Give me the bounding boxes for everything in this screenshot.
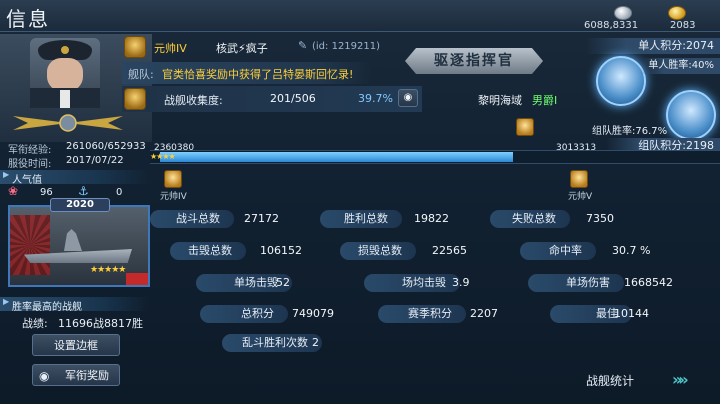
team-emblem-icon[interactable] (666, 90, 716, 140)
collection-percent: 39.7% (358, 92, 393, 105)
silver-coin-icon (614, 6, 632, 20)
silver-amount: 6088,8331 (584, 20, 639, 31)
stat-value: 749079 (292, 307, 334, 320)
right-rank-icon (570, 170, 588, 188)
stat-value: 7350 (586, 212, 614, 225)
eye-icon: ◉ (39, 369, 50, 383)
eye-icon[interactable]: ◉ (398, 89, 418, 107)
double-chevron-icon[interactable]: »» (672, 370, 689, 389)
stat-label: 乱斗胜利次数 (222, 334, 322, 352)
team-winrate: 组队胜率:76.7% (592, 126, 668, 137)
best-ship-card[interactable]: 2020 ★★★★★ (8, 198, 150, 287)
edit-name-icon[interactable]: ✎ (298, 39, 307, 52)
ship-tag-icon (126, 273, 148, 285)
ship-stars-icon: ★★★★★ (90, 265, 126, 275)
best-ship-label: 胜率最高的战舰 (12, 302, 82, 313)
solo-emblem-icon[interactable] (596, 56, 646, 106)
rank-exp-value: 261060/652933 (66, 141, 146, 152)
triangle-marker-icon: ▶ (3, 297, 10, 306)
commander-avatar[interactable] (30, 38, 100, 108)
collection-count: 201/506 (270, 92, 316, 105)
stat-value: 1668542 (624, 276, 673, 289)
fleet-label: 舰队: (128, 68, 154, 81)
stat-label: 单场伤害 (528, 274, 624, 292)
stat-value: 22565 (432, 244, 467, 257)
like-count: 96 (40, 187, 53, 198)
current-rank-icon (516, 118, 534, 136)
stat-value: 52 (276, 276, 290, 289)
stat-value: 106152 (260, 244, 302, 257)
stat-label: 战斗总数 (150, 210, 234, 228)
stat-value: 27172 (244, 212, 279, 225)
stat-label: 损毁总数 (340, 242, 416, 260)
stat-label: 总积分 (200, 305, 288, 323)
collection-medal-icon (124, 88, 146, 110)
fleet-announcement: 官类恰喜奖励中获得了吕特晏斯回忆录! (162, 68, 354, 81)
record-value: 11696战8817胜 (58, 317, 143, 330)
rank-name: 元帅IV (154, 42, 187, 55)
stat-value: 10144 (614, 307, 649, 320)
page-title: 信息 (6, 7, 50, 31)
player-id: (id: 1219211) (312, 41, 381, 52)
collection-label: 战舰收集度: (164, 94, 223, 107)
right-rank-label: 元帅V (568, 192, 593, 202)
sea-area: 黎明海域 (478, 94, 522, 107)
triangle-marker-icon: ▶ (3, 170, 10, 179)
rank-title: 男爵I (532, 94, 558, 107)
commander-title-banner: 驱逐指挥官 (405, 48, 543, 74)
record-label: 战绩: (22, 317, 48, 330)
stat-value: 3.9 (452, 276, 470, 289)
set-frame-button[interactable]: 设置边框 (32, 334, 120, 356)
stat-value: 30.7 % (612, 244, 651, 257)
rank-exp-label: 军衔经验: (8, 145, 52, 156)
ship-year-badge: 2020 (50, 198, 110, 212)
solo-score: 单人积分:2074 (586, 38, 720, 54)
stat-label: 击毁总数 (170, 242, 246, 260)
stat-value: 2207 (470, 307, 498, 320)
stat-label: 命中率 (520, 242, 596, 260)
stat-value: 19822 (414, 212, 449, 225)
stat-label: 场均击毁 (364, 274, 460, 292)
rose-icon[interactable]: ❀ (8, 184, 18, 198)
rank-medal-icon (124, 36, 146, 58)
player-name: 核武⚡疯子 (216, 42, 268, 55)
dislike-count: 0 (116, 187, 123, 198)
stat-label: 赛季积分 (378, 305, 466, 323)
stat-label: 胜利总数 (320, 210, 402, 228)
service-time-label: 服役时间: (8, 159, 52, 170)
rank-progress-fill (160, 152, 513, 162)
service-time-value: 2017/07/22 (66, 155, 124, 166)
fleet-stats-label[interactable]: 战舰统计 (586, 372, 634, 389)
stat-value: 2 (312, 336, 319, 349)
progress-stars-icon: ★★★★ (150, 152, 176, 161)
solo-winrate: 单人胜率:40% (640, 58, 720, 74)
slipper-icon[interactable]: ⚓ (78, 184, 89, 198)
stat-label: 失败总数 (490, 210, 570, 228)
rank-reward-label: 军衔奖励 (65, 369, 109, 382)
rank-wings-icon (13, 114, 123, 132)
gold-coin-icon (668, 6, 686, 20)
left-rank-icon (164, 170, 182, 188)
left-rank-label: 元帅IV (160, 192, 187, 202)
rank-reward-button[interactable]: ◉ 军衔奖励 (32, 364, 120, 386)
gold-amount: 2083 (670, 20, 696, 31)
